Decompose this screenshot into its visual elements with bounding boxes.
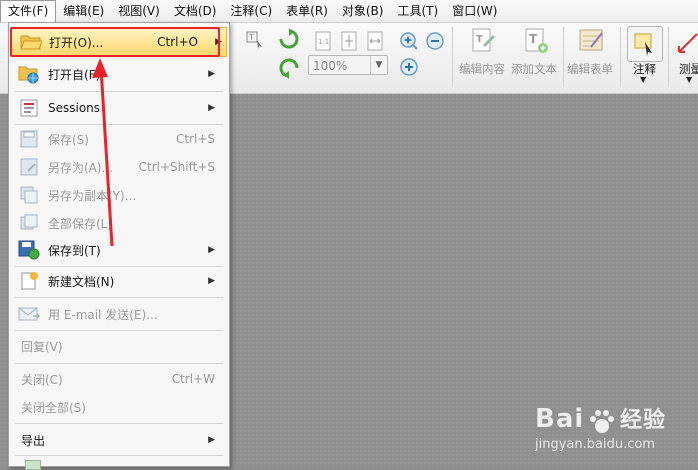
menu-sessions[interactable]: Sessions ▶ <box>9 93 229 123</box>
save-icon <box>18 129 40 149</box>
menu-save[interactable]: 保存(S) Ctrl+S <box>9 125 229 153</box>
zoom-value: 100% <box>313 59 348 73</box>
chevron-right-icon: ▶ <box>208 276 215 286</box>
menu-tools[interactable]: 工具(T) <box>390 0 445 22</box>
measure-icon[interactable] <box>676 31 698 55</box>
svg-text:T: T <box>476 34 483 45</box>
menu-sessions-label: Sessions <box>48 101 101 115</box>
svg-text:T: T <box>248 33 254 42</box>
next-item-icon <box>25 460 41 470</box>
baidu-watermark: Bai 经验 jingyan.baidu.com <box>535 402 666 452</box>
menu-save-label: 保存(S) <box>48 132 89 147</box>
menu-object[interactable]: 对象(B) <box>335 0 391 22</box>
menu-open-from-label: 打开自(F) <box>48 67 101 82</box>
menu-save-copy-label: 另存为副本(Y)... <box>48 188 137 203</box>
chevron-right-icon: ▶ <box>208 103 215 113</box>
rotate-clockwise-icon[interactable] <box>277 27 301 51</box>
svg-text:1:1: 1:1 <box>318 38 329 46</box>
watermark-brand-suffix: 经验 <box>619 408 666 433</box>
menu-save-to-label: 保存到(T) <box>48 243 101 258</box>
menu-revert[interactable]: 回复(V) <box>9 333 229 359</box>
chevron-down-icon: ▼ <box>370 56 387 74</box>
menu-save-all[interactable]: 全部保存(L) <box>9 209 229 237</box>
chevron-down-icon[interactable]: ▼ <box>686 75 692 84</box>
chevron-right-icon: ▶ <box>208 435 215 445</box>
zoom-out-icon[interactable] <box>424 30 446 52</box>
paw-icon <box>588 409 616 438</box>
email-icon <box>18 304 40 324</box>
new-document-icon <box>18 271 40 291</box>
menu-close-all[interactable]: 关闭全部(S) <box>9 394 229 420</box>
edit-form-icon[interactable] <box>576 26 606 56</box>
add-text-icon[interactable]: T <box>521 26 551 56</box>
menu-email-label: 用 E-mail 发送(E)... <box>48 307 158 322</box>
menu-save-shortcut: Ctrl+S <box>175 132 215 146</box>
menu-save-as[interactable]: 另存为(A)... Ctrl+Shift+S <box>9 153 229 181</box>
menu-email[interactable]: 用 E-mail 发送(E)... <box>9 299 229 329</box>
chevron-right-icon: ▶ <box>208 69 215 79</box>
menu-export-label: 导出 <box>21 433 46 448</box>
menu-comment[interactable]: 注释(C) <box>223 0 279 22</box>
zoom-select[interactable]: 100% ▼ <box>308 55 388 75</box>
save-copy-icon <box>18 185 40 205</box>
menu-window[interactable]: 窗口(W) <box>445 0 504 22</box>
menu-view[interactable]: 视图(V) <box>111 0 167 22</box>
menu-document[interactable]: 文档(D) <box>167 0 224 22</box>
rotate-counter-icon[interactable] <box>277 56 301 80</box>
save-to-icon <box>18 240 40 260</box>
watermark-brand: Bai <box>535 404 585 434</box>
folder-globe-icon <box>18 64 40 84</box>
annotation-highlight-box <box>10 27 220 57</box>
edit-content-label: 编辑内容 <box>459 62 505 76</box>
actual-size-icon[interactable]: 1:1 <box>312 30 334 52</box>
zoom-plus-icon[interactable] <box>398 56 420 78</box>
menu-close-label: 关闭(C) <box>21 372 63 387</box>
menu-save-as-shortcut: Ctrl+Shift+S <box>138 160 215 174</box>
menu-edit[interactable]: 编辑(E) <box>56 0 111 22</box>
svg-text:T: T <box>529 32 538 46</box>
menu-new-document[interactable]: 新建文档(N) ▶ <box>9 266 229 296</box>
file-menu: 打开(O)... Ctrl+O ▶ 打开自(F) ▶ Sessions ▶ 保存… <box>8 22 230 470</box>
menu-file[interactable]: 文件(F) <box>0 0 57 22</box>
menu-form[interactable]: 表单(R) <box>279 0 335 22</box>
menu-export[interactable]: 导出 ▶ <box>9 426 229 454</box>
menu-save-all-label: 全部保存(L) <box>48 216 113 231</box>
fit-page-icon[interactable] <box>338 30 360 52</box>
menu-close-all-label: 关闭全部(S) <box>21 400 86 415</box>
text-select-icon[interactable]: T <box>243 29 267 51</box>
save-as-icon <box>18 157 40 177</box>
edit-form-label: 编辑表单 <box>567 62 613 76</box>
menu-bar: 文件(F) 编辑(E) 视图(V) 文档(D) 注释(C) 表单(R) 对象(B… <box>0 0 698 23</box>
edit-content-icon[interactable]: T <box>468 26 498 56</box>
fit-width-icon[interactable] <box>364 30 386 52</box>
zoom-in-icon[interactable] <box>398 30 420 52</box>
chevron-right-icon: ▶ <box>208 245 215 255</box>
chevron-down-icon[interactable]: ▼ <box>640 75 646 84</box>
menu-close-shortcut: Ctrl+W <box>171 372 215 386</box>
menu-save-copy[interactable]: 另存为副本(Y)... <box>9 181 229 209</box>
comment-icon[interactable] <box>627 26 663 62</box>
add-text-label: 添加文本 <box>511 62 557 76</box>
menu-new-document-label: 新建文档(N) <box>48 274 115 289</box>
watermark-url: jingyan.baidu.com <box>535 437 655 452</box>
menu-save-to[interactable]: 保存到(T) ▶ <box>9 235 229 265</box>
menu-open-from[interactable]: 打开自(F) ▶ <box>9 59 229 89</box>
menu-save-as-label: 另存为(A)... <box>48 160 114 175</box>
menu-close[interactable]: 关闭(C) Ctrl+W <box>9 366 229 392</box>
sessions-icon <box>18 98 40 118</box>
save-all-icon <box>18 213 40 233</box>
menu-revert-label: 回复(V) <box>21 339 63 354</box>
